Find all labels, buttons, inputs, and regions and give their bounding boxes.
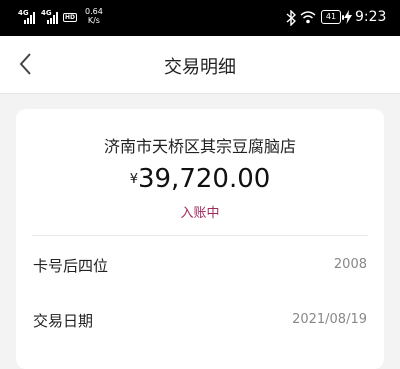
page-title: 交易明细 [164, 57, 236, 78]
divider [32, 235, 368, 236]
merchant-name: 济南市天桥区其宗豆腐脑店 [103, 137, 296, 156]
detail-row-card-last4: 卡号后四位 2008 [33, 255, 367, 275]
detail-label: 交易日期 [33, 312, 94, 330]
wifi-icon [300, 11, 316, 24]
charging-icon [344, 10, 352, 24]
status-bar: 4G 4G HD 0.64 K/s 41 9:23 [0, 0, 400, 36]
detail-row-date: 交易日期 2021/08/19 [33, 310, 367, 330]
page-header: 交易明细 [0, 36, 400, 94]
amount-display: ¥39,720.00 [16, 164, 384, 194]
battery-icon: 41 [321, 10, 344, 24]
bluetooth-icon [286, 10, 296, 26]
network-speed-unit: K/s [87, 16, 100, 25]
detail-value: 2021/08/19 [292, 312, 367, 327]
transaction-card: 济南市天桥区其宗豆腐脑店 ¥39,720.00 入账中 卡号后四位 2008 交… [16, 109, 384, 369]
transaction-amount: 39,720.00 [137, 164, 271, 194]
currency-symbol: ¥ [129, 172, 138, 187]
status-time: 9:23 [355, 9, 387, 25]
detail-value: 2008 [333, 257, 367, 272]
transaction-status: 入账中 [180, 206, 220, 221]
detail-label: 卡号后四位 [33, 257, 109, 275]
network-speed: 0.64 K/s [85, 7, 103, 25]
network-speed-value: 0.64 [85, 7, 103, 16]
hd-voice-icon: HD [63, 13, 77, 22]
